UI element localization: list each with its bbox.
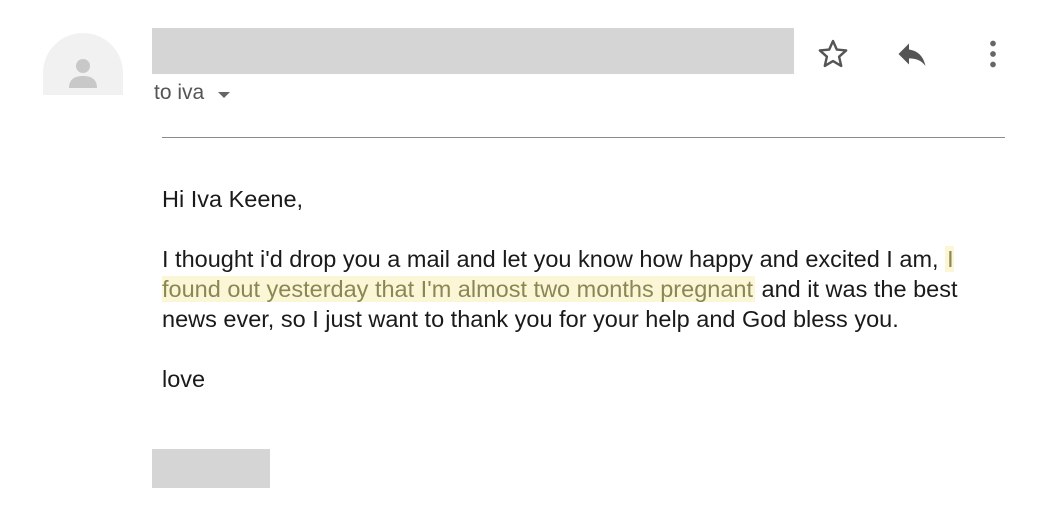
- message-paragraph: I thought i'd drop you a mail and let yo…: [162, 244, 1012, 334]
- signature-redacted: [152, 449, 270, 488]
- recipient-label: to iva: [154, 81, 205, 104]
- reply-button[interactable]: [894, 36, 930, 72]
- sender-name-redacted: [152, 28, 794, 74]
- recipient-dropdown[interactable]: to iva: [154, 81, 231, 105]
- more-vert-icon: [990, 40, 996, 68]
- reply-icon: [898, 43, 926, 66]
- message-text-before: I thought i'd drop you a mail and let yo…: [162, 246, 939, 272]
- more-options-button[interactable]: [975, 36, 1011, 72]
- email-body: Hi Iva Keene, I thought i'd drop you a m…: [162, 184, 1012, 394]
- caret-down-icon: [218, 91, 231, 98]
- star-icon: [818, 39, 848, 68]
- closing: love: [162, 366, 206, 392]
- avatar[interactable]: [43, 33, 123, 95]
- greeting: Hi Iva Keene,: [162, 186, 304, 212]
- star-button[interactable]: [815, 36, 851, 72]
- person-icon: [69, 59, 97, 88]
- divider: [162, 137, 1005, 138]
